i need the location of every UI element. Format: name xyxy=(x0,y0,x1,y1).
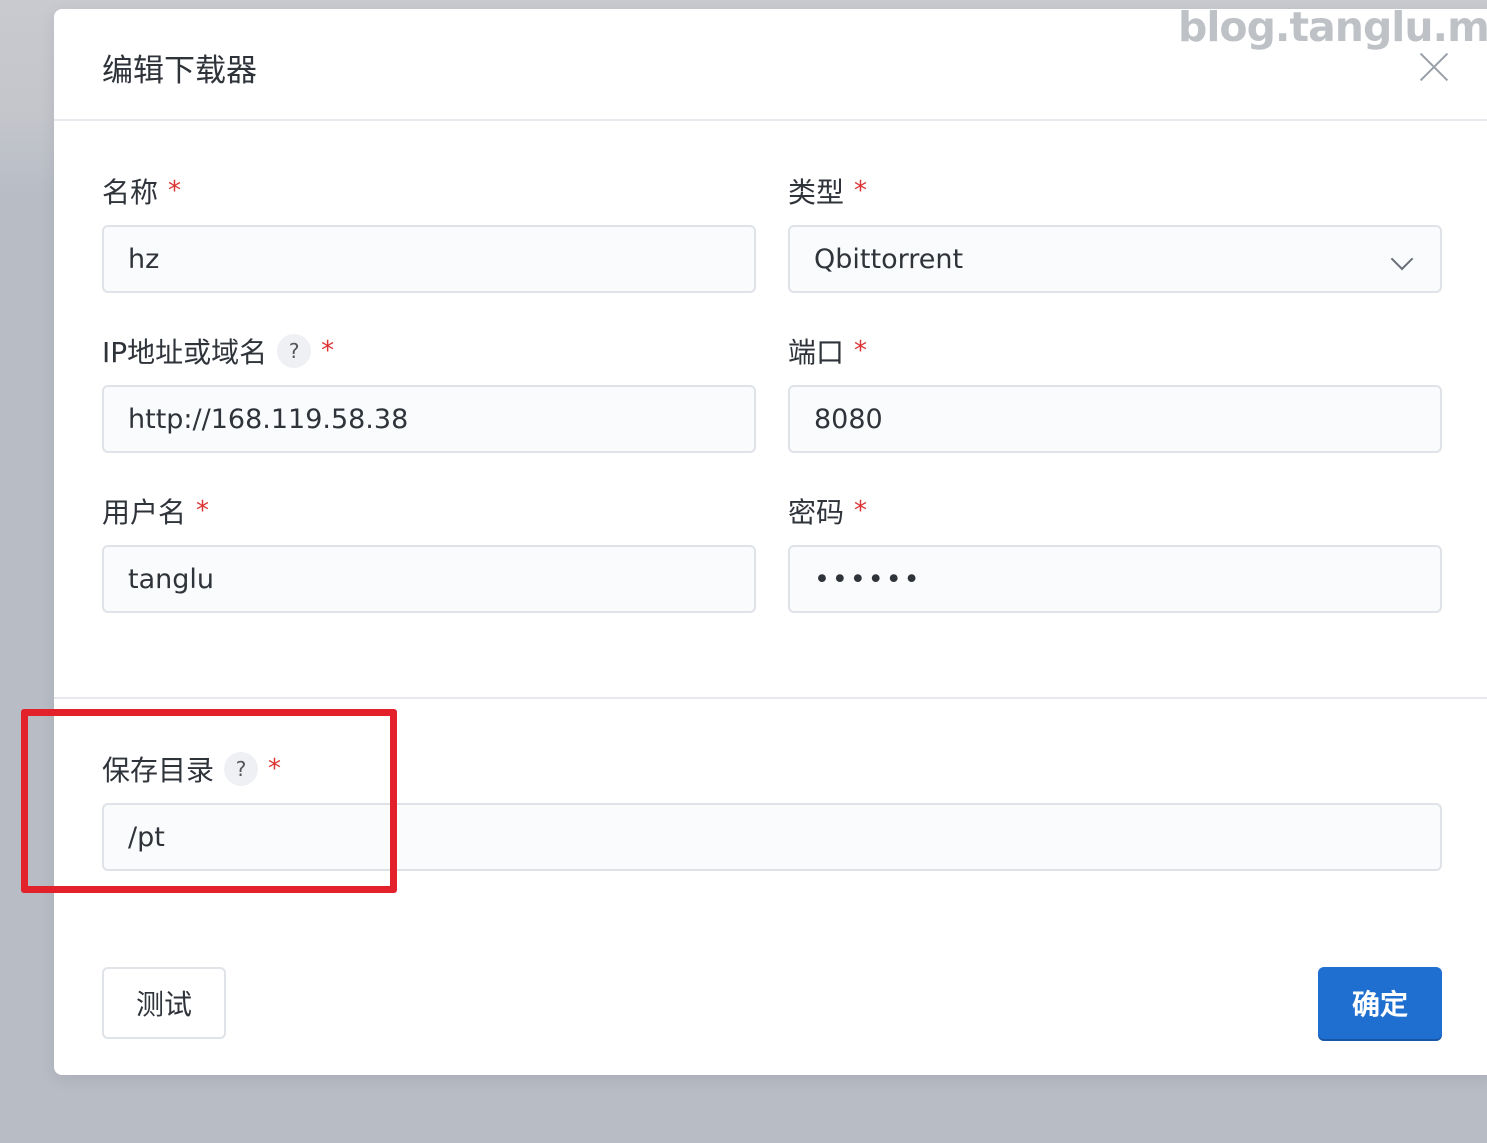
host-label: IP地址或域名 ? * xyxy=(102,331,334,371)
section-divider xyxy=(54,697,1487,699)
host-label-text: IP地址或域名 xyxy=(102,336,268,369)
username-label-text: 用户名 xyxy=(102,496,187,529)
required-mark: * xyxy=(854,496,868,526)
name-value: hz xyxy=(128,243,160,275)
chevron-down-icon xyxy=(1390,247,1414,271)
confirm-button[interactable]: 确定 xyxy=(1318,967,1442,1039)
save-dir-input[interactable]: /pt xyxy=(102,803,1442,871)
port-value: 8080 xyxy=(814,403,883,435)
type-select[interactable]: Qbittorrent xyxy=(788,225,1442,293)
password-label: 密码 * xyxy=(788,491,867,531)
type-label-text: 类型 xyxy=(788,176,845,209)
required-mark: * xyxy=(168,176,182,206)
required-mark: * xyxy=(321,336,335,366)
test-button[interactable]: 测试 xyxy=(102,967,226,1039)
save-dir-label-text: 保存目录 xyxy=(102,754,215,787)
port-input[interactable]: 8080 xyxy=(788,385,1442,453)
required-mark: * xyxy=(854,176,868,206)
help-icon[interactable]: ? xyxy=(277,334,312,368)
port-label-text: 端口 xyxy=(788,336,845,369)
username-value: tanglu xyxy=(128,563,214,595)
type-value: Qbittorrent xyxy=(814,243,964,275)
required-mark: * xyxy=(196,496,210,526)
password-label-text: 密码 xyxy=(788,496,845,529)
port-label: 端口 * xyxy=(788,331,867,371)
type-label: 类型 * xyxy=(788,171,867,211)
dialog-title: 编辑下载器 xyxy=(102,53,257,89)
password-input[interactable]: •••••• xyxy=(788,545,1442,613)
name-label: 名称 * xyxy=(102,171,181,211)
name-label-text: 名称 xyxy=(102,176,159,209)
help-icon[interactable]: ? xyxy=(224,752,259,786)
host-value: http://168.119.58.38 xyxy=(128,403,409,435)
name-input[interactable]: hz xyxy=(102,225,756,293)
host-input[interactable]: http://168.119.58.38 xyxy=(102,385,756,453)
required-mark: * xyxy=(854,336,868,366)
edit-downloader-dialog: 编辑下载器 名称 * hz 类型 * Qbittorrent IP地址或域名 ?… xyxy=(54,9,1487,1075)
username-input[interactable]: tanglu xyxy=(102,545,756,613)
required-mark: * xyxy=(268,754,282,784)
username-label: 用户名 * xyxy=(102,491,209,531)
password-value: •••••• xyxy=(814,563,922,595)
watermark: blog.tanglu.me xyxy=(1178,3,1487,51)
save-dir-value: /pt xyxy=(128,821,165,853)
close-icon[interactable] xyxy=(1418,51,1450,83)
save-dir-label: 保存目录 ? * xyxy=(102,749,281,789)
